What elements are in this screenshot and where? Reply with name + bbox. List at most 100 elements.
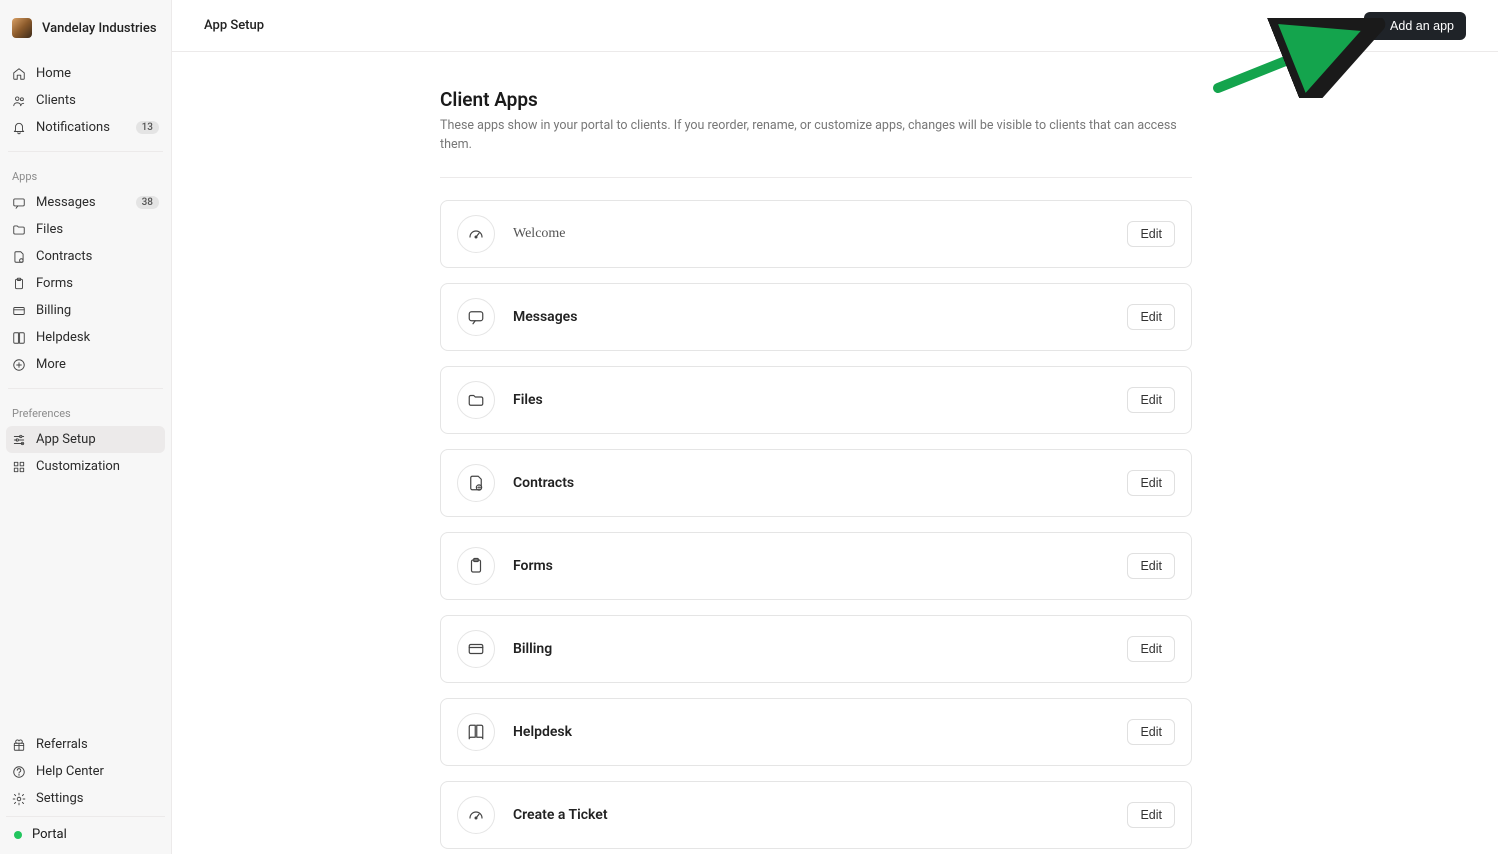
sidebar-item-label: Home	[36, 66, 159, 81]
app-row[interactable]: ContractsEdit	[440, 449, 1192, 517]
sidebar-item-forms[interactable]: Forms	[6, 270, 165, 297]
sidebar-item-files[interactable]: Files	[6, 216, 165, 243]
folder-icon	[457, 381, 495, 419]
sidebar-item-label: Helpdesk	[36, 330, 159, 345]
message-icon	[457, 298, 495, 336]
gauge-icon	[457, 796, 495, 834]
edit-button[interactable]: Edit	[1127, 719, 1175, 745]
sidebar-item-app-setup[interactable]: App Setup	[6, 426, 165, 453]
contract-icon	[457, 464, 495, 502]
divider	[8, 388, 163, 389]
sidebar-item-label: Settings	[36, 791, 159, 806]
sidebar-item-settings[interactable]: Settings	[6, 785, 165, 812]
app-row[interactable]: WelcomeEdit	[440, 200, 1192, 268]
grid-icon	[12, 460, 26, 474]
sidebar-item-label: App Setup	[36, 432, 159, 447]
sidebar-item-label: Clients	[36, 93, 159, 108]
edit-button[interactable]: Edit	[1127, 470, 1175, 496]
edit-button[interactable]: Edit	[1127, 387, 1175, 413]
page-title: Client Apps	[440, 88, 1192, 111]
book-icon	[12, 331, 26, 345]
sidebar-item-label: Referrals	[36, 737, 159, 752]
add-an-app-label: Add an app	[1390, 19, 1454, 33]
sliders-icon	[12, 433, 26, 447]
app-row[interactable]: MessagesEdit	[440, 283, 1192, 351]
app-name: Create a Ticket	[513, 807, 1127, 823]
add-an-app-button[interactable]: + Add an app	[1364, 12, 1466, 40]
folder-icon	[12, 223, 26, 237]
sidebar-item-billing[interactable]: Billing	[6, 297, 165, 324]
topbar: App Setup + Add an app	[172, 0, 1498, 52]
sidebar-item-label: Files	[36, 222, 159, 237]
notifications-badge: 13	[136, 121, 159, 134]
app-name: Contracts	[513, 475, 1127, 491]
section-label-preferences: Preferences	[6, 399, 165, 426]
sidebar-item-label: Customization	[36, 459, 159, 474]
app-row[interactable]: Create a TicketEdit	[440, 781, 1192, 849]
sidebar-item-clients[interactable]: Clients	[6, 87, 165, 114]
sidebar-item-label: Messages	[36, 195, 126, 210]
sidebar-item-notifications[interactable]: Notifications 13	[6, 114, 165, 141]
sidebar-item-label: More	[36, 357, 159, 372]
sidebar-item-helpdesk[interactable]: Helpdesk	[6, 324, 165, 351]
sidebar-item-home[interactable]: Home	[6, 60, 165, 87]
gift-icon	[12, 738, 26, 752]
app-name: Messages	[513, 309, 1127, 325]
edit-button[interactable]: Edit	[1127, 802, 1175, 828]
sidebar-item-label: Billing	[36, 303, 159, 318]
sidebar-item-referrals[interactable]: Referrals	[6, 731, 165, 758]
sidebar-item-label: Forms	[36, 276, 159, 291]
app-name: Helpdesk	[513, 724, 1127, 740]
edit-button[interactable]: Edit	[1127, 304, 1175, 330]
sidebar-item-customization[interactable]: Customization	[6, 453, 165, 480]
sidebar-item-portal[interactable]: Portal	[6, 816, 165, 850]
app-row[interactable]: BillingEdit	[440, 615, 1192, 683]
edit-button[interactable]: Edit	[1127, 636, 1175, 662]
message-icon	[12, 196, 26, 210]
status-dot-icon	[14, 831, 22, 839]
sidebar-item-label: Help Center	[36, 764, 159, 779]
clipboard-icon	[457, 547, 495, 585]
app-name: Welcome	[513, 226, 1127, 242]
plus-icon: +	[1376, 19, 1384, 33]
bell-icon	[12, 121, 26, 135]
sidebar-item-help-center[interactable]: Help Center	[6, 758, 165, 785]
card-icon	[12, 304, 26, 318]
app-name: Files	[513, 392, 1127, 408]
app-row[interactable]: HelpdeskEdit	[440, 698, 1192, 766]
home-icon	[12, 67, 26, 81]
edit-button[interactable]: Edit	[1127, 221, 1175, 247]
sidebar-item-label: Portal	[32, 827, 67, 842]
content-scroll[interactable]: Client Apps These apps show in your port…	[172, 52, 1498, 854]
plus-circle-icon	[12, 358, 26, 372]
sidebar-item-contracts[interactable]: Contracts	[6, 243, 165, 270]
messages-badge: 38	[136, 196, 159, 209]
sidebar-item-messages[interactable]: Messages 38	[6, 189, 165, 216]
org-logo	[12, 18, 32, 38]
clipboard-icon	[12, 277, 26, 291]
section-label-apps: Apps	[6, 162, 165, 189]
divider	[8, 151, 163, 152]
contract-icon	[12, 250, 26, 264]
gauge-icon	[457, 215, 495, 253]
org-name: Vandelay Industries	[42, 21, 157, 36]
divider	[440, 177, 1192, 178]
main: App Setup + Add an app Client Apps These…	[172, 0, 1498, 854]
org-switcher[interactable]: Vandelay Industries	[0, 0, 171, 56]
sidebar-item-label: Contracts	[36, 249, 159, 264]
book-icon	[457, 713, 495, 751]
app-name: Forms	[513, 558, 1127, 574]
page-subtitle: These apps show in your portal to client…	[440, 117, 1192, 155]
sidebar: Vandelay Industries Home Clients Notific…	[0, 0, 172, 854]
page-breadcrumb-title: App Setup	[204, 18, 264, 33]
gear-icon	[12, 792, 26, 806]
sidebar-item-more[interactable]: More	[6, 351, 165, 378]
card-icon	[457, 630, 495, 668]
app-name: Billing	[513, 641, 1127, 657]
edit-button[interactable]: Edit	[1127, 553, 1175, 579]
app-row[interactable]: FormsEdit	[440, 532, 1192, 600]
help-icon	[12, 765, 26, 779]
app-row[interactable]: FilesEdit	[440, 366, 1192, 434]
sidebar-item-label: Notifications	[36, 120, 126, 135]
users-icon	[12, 94, 26, 108]
